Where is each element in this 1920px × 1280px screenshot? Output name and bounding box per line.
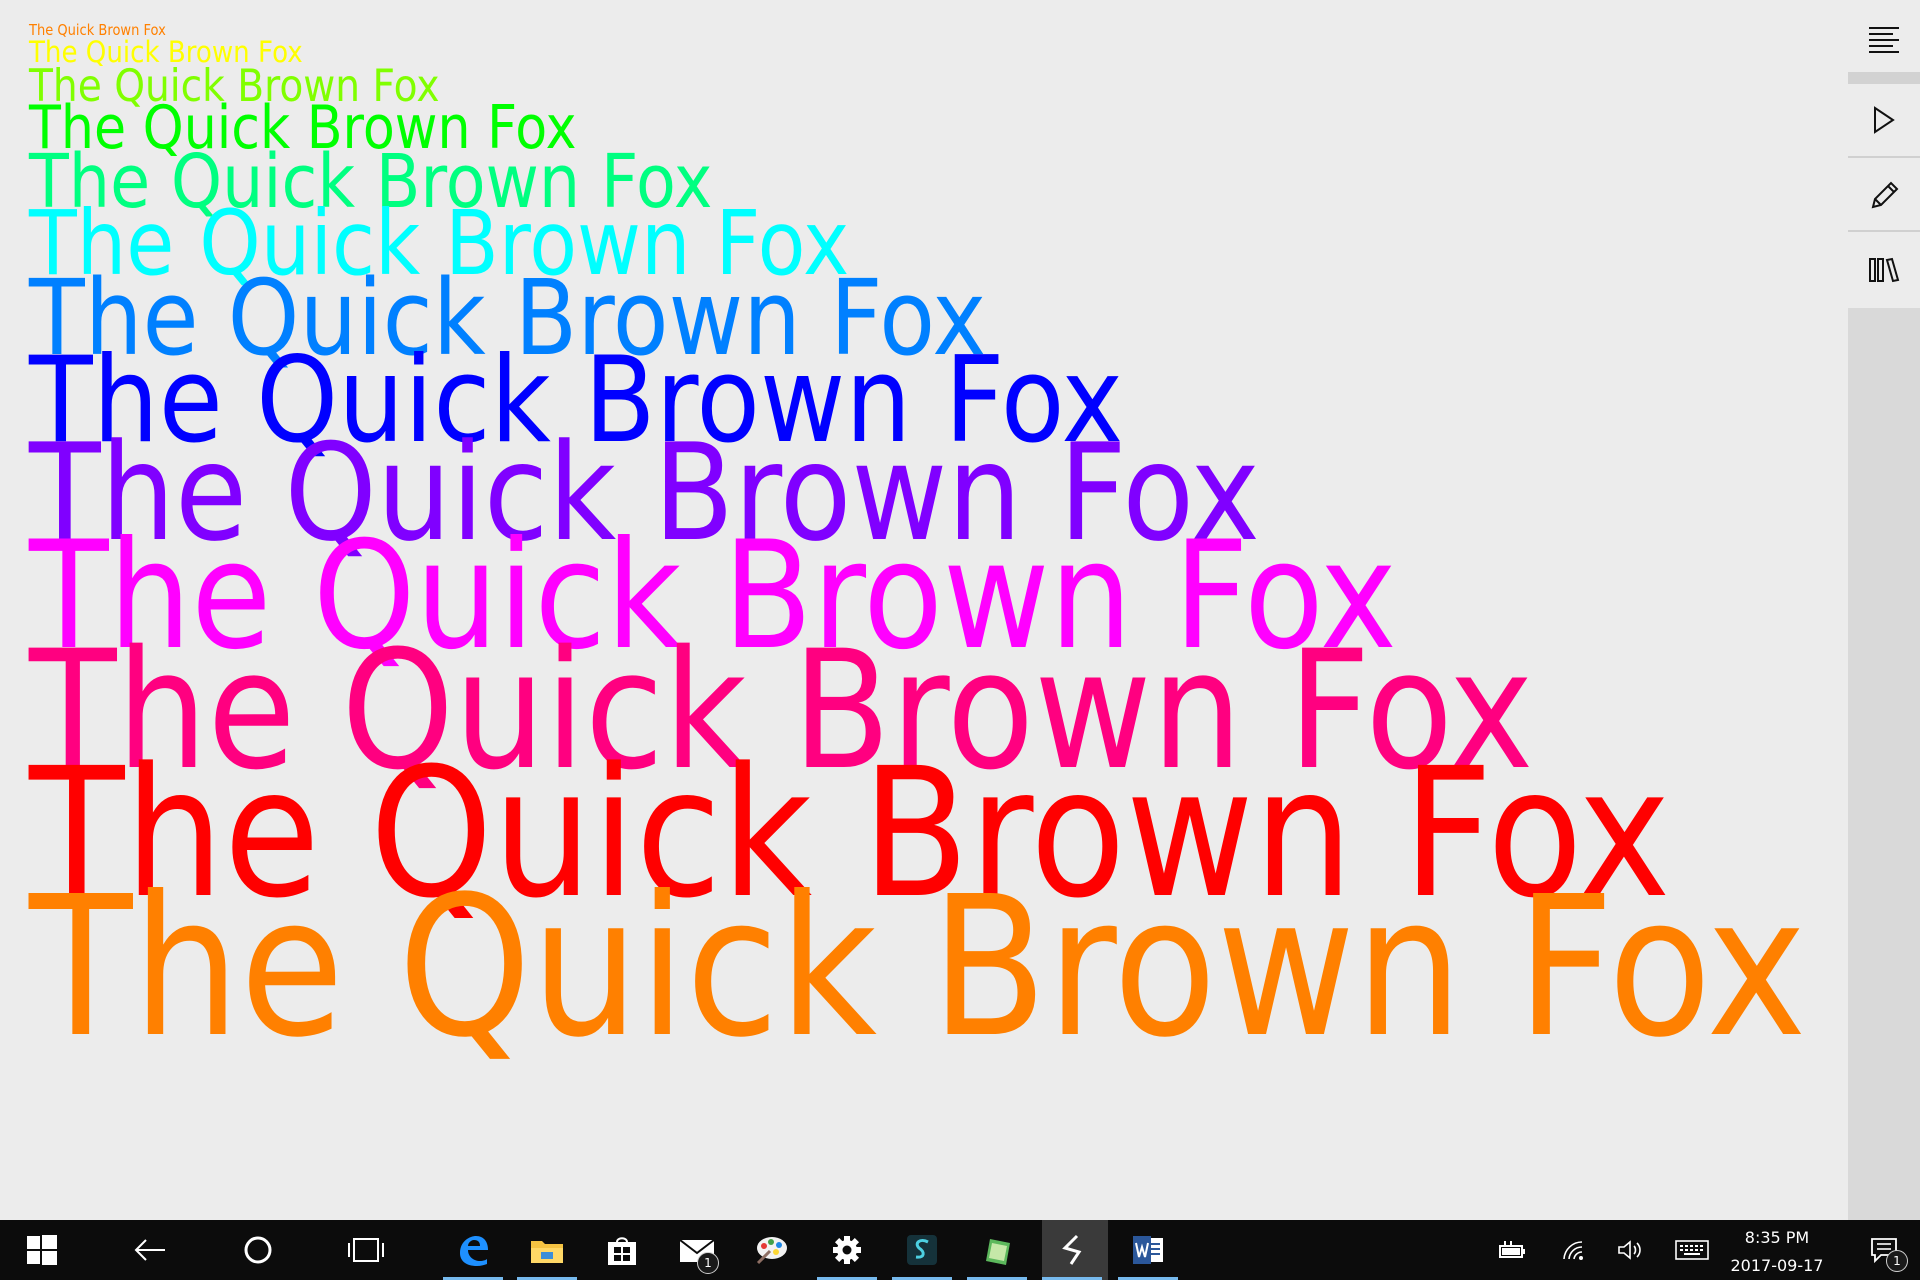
mail-badge: 1 <box>697 1252 719 1274</box>
start-button[interactable] <box>0 1220 84 1280</box>
taskbar: 1 8:35 PM 2017-09-17 1 <box>0 1220 1920 1280</box>
menu-lines-icon <box>1869 27 1899 53</box>
back-button[interactable] <box>110 1220 190 1280</box>
cortana-circle-icon <box>244 1236 272 1264</box>
edge-icon <box>460 1236 488 1266</box>
taskbar-app-mail[interactable]: 1 <box>667 1220 727 1280</box>
windows-logo-icon <box>27 1235 57 1265</box>
taskbar-app-edge[interactable] <box>443 1220 503 1280</box>
library-button[interactable] <box>1848 230 1920 310</box>
clock-date: 2017-09-17 <box>1730 1256 1824 1275</box>
toolbar-empty-area <box>1848 308 1920 1220</box>
paint-icon <box>756 1237 787 1265</box>
cortana-button[interactable] <box>218 1220 298 1280</box>
task-view-icon <box>348 1238 384 1262</box>
store-icon <box>608 1237 636 1265</box>
taskbar-app-green[interactable] <box>967 1220 1027 1280</box>
taskbar-app-s[interactable] <box>892 1220 952 1280</box>
volume-icon <box>1618 1240 1641 1260</box>
pencil-icon <box>1871 181 1899 209</box>
edit-button[interactable] <box>1848 156 1920 236</box>
network-tray-button[interactable] <box>1548 1220 1600 1280</box>
battery-plug-icon <box>1499 1241 1525 1258</box>
back-arrow-icon <box>134 1239 165 1261</box>
notification-badge: 1 <box>1886 1250 1908 1272</box>
s-app-icon <box>907 1235 937 1265</box>
play-button[interactable] <box>1848 80 1920 160</box>
green-app-icon <box>986 1239 1010 1265</box>
right-toolbar <box>1848 0 1920 1220</box>
text-canvas: The Quick Brown Fox The Quick Brown Fox Th… <box>0 0 1848 1220</box>
active-app-icon <box>1062 1234 1082 1265</box>
battery-tray-button[interactable] <box>1486 1220 1538 1280</box>
taskbar-app-settings[interactable] <box>817 1220 877 1280</box>
taskbar-app-store[interactable] <box>592 1220 652 1280</box>
fox-text-line: The Quick Brown Fox <box>29 854 1807 1081</box>
settings-gear-icon <box>833 1236 861 1264</box>
taskbar-app-word[interactable] <box>1118 1220 1178 1280</box>
keyboard-icon <box>1675 1240 1709 1260</box>
menu-button[interactable] <box>1848 0 1920 80</box>
action-center-button[interactable]: 1 <box>1848 1220 1920 1280</box>
taskbar-app-file-explorer[interactable] <box>517 1220 577 1280</box>
taskbar-app-active[interactable] <box>1042 1220 1108 1280</box>
play-icon <box>1874 106 1895 134</box>
clock-time: 8:35 PM <box>1744 1228 1810 1247</box>
word-icon <box>1133 1236 1163 1264</box>
system-clock[interactable]: 8:35 PM 2017-09-17 <box>1712 1220 1842 1280</box>
file-explorer-icon <box>531 1241 563 1263</box>
library-icon <box>1869 257 1900 283</box>
volume-tray-button[interactable] <box>1604 1220 1656 1280</box>
taskbar-app-paint[interactable] <box>742 1220 802 1280</box>
wifi-icon <box>1563 1241 1583 1260</box>
task-view-button[interactable] <box>326 1220 406 1280</box>
